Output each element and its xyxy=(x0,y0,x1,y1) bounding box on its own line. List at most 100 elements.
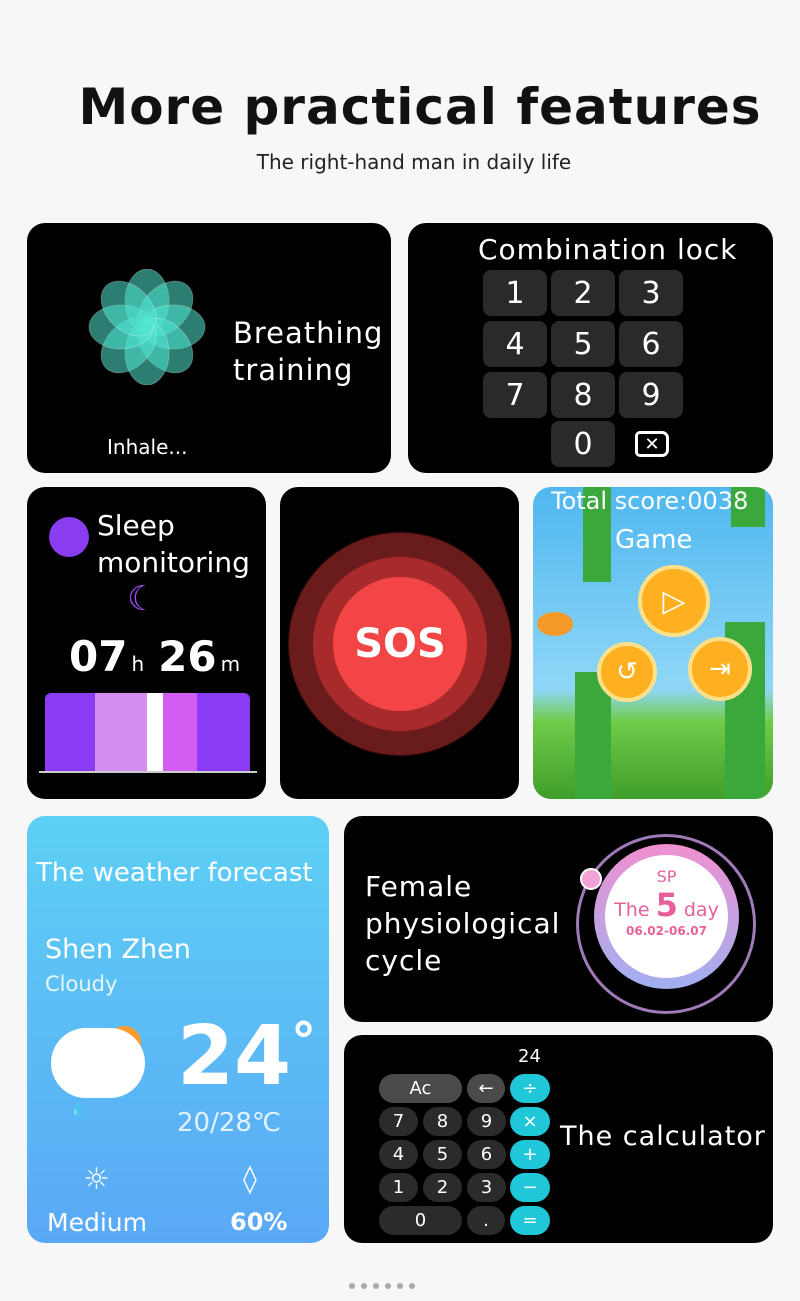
temp-range: 20/28℃ xyxy=(177,1108,282,1138)
page-dot[interactable] xyxy=(385,1283,391,1289)
sleep-bar xyxy=(197,693,250,771)
sleep-bar xyxy=(45,693,95,771)
calc-key[interactable]: 4 xyxy=(379,1140,418,1169)
title-line: Female xyxy=(365,870,473,903)
page-dot[interactable] xyxy=(361,1283,367,1289)
calculator-card[interactable]: 24 Ac ← ÷ × + − = 789 456 123 0 . The calc… xyxy=(344,1035,773,1243)
temp-value: 24 xyxy=(177,1009,292,1104)
cloud-icon xyxy=(51,1028,145,1098)
page-dot[interactable] xyxy=(373,1283,379,1289)
calc-key[interactable]: 7 xyxy=(379,1107,418,1136)
calc-clear-button[interactable]: Ac xyxy=(379,1074,462,1103)
weather-condition: Cloudy xyxy=(45,972,118,996)
day-suffix: day xyxy=(683,899,719,921)
calc-divide-button[interactable]: ÷ xyxy=(510,1074,550,1103)
lock-key[interactable]: 1 xyxy=(483,270,547,316)
calc-key[interactable]: 6 xyxy=(467,1140,506,1169)
female-cycle-card[interactable]: Female physiological cycle SP The 5 day 06… xyxy=(344,816,773,1022)
sleep-title: Sleep monitoring xyxy=(97,507,250,581)
sos-card[interactable]: SOS xyxy=(280,487,519,799)
sleep-icon xyxy=(49,517,89,557)
uv-level: Medium xyxy=(47,1208,147,1237)
weather-title: The weather forecast xyxy=(36,858,313,888)
exit-button[interactable]: ⇥ xyxy=(688,637,752,701)
lock-key[interactable]: 2 xyxy=(551,270,615,316)
hours: 07 xyxy=(69,632,128,681)
calc-key[interactable]: 5 xyxy=(423,1140,462,1169)
breathing-status: Inhale... xyxy=(107,435,188,459)
page-subtitle: The right-hand man in daily life xyxy=(256,150,572,174)
humidity-value: 60% xyxy=(230,1208,288,1236)
title-line: physiological xyxy=(365,907,561,940)
calc-key-0[interactable]: 0 xyxy=(379,1206,462,1235)
lock-key[interactable]: 9 xyxy=(619,372,683,418)
sos-button[interactable]: SOS xyxy=(333,577,467,711)
calc-title: The calculator xyxy=(560,1121,766,1152)
cycle-marker-icon xyxy=(580,868,602,890)
breathing-title: Breathing training xyxy=(233,315,383,389)
day-number: 5 xyxy=(655,886,678,924)
calc-add-button[interactable]: + xyxy=(510,1140,550,1169)
uv-icon: ☼ xyxy=(83,1162,110,1197)
cycle-ring: SP The 5 day 06.02-06.07 xyxy=(594,844,739,989)
rain-icon: 💧 xyxy=(69,1102,93,1118)
lock-key[interactable]: 6 xyxy=(619,321,683,367)
lock-key[interactable]: 3 xyxy=(619,270,683,316)
calc-key[interactable]: 2 xyxy=(423,1173,462,1202)
calc-key[interactable]: 8 xyxy=(423,1107,462,1136)
weather-city: Shen Zhen xyxy=(45,934,191,965)
calc-key[interactable]: 3 xyxy=(467,1173,506,1202)
sleep-chart xyxy=(45,693,250,771)
calc-key[interactable]: 1 xyxy=(379,1173,418,1202)
page-title: More practical features xyxy=(78,78,762,136)
minutes: 26 xyxy=(158,632,217,681)
calc-subtract-button[interactable]: − xyxy=(510,1173,550,1202)
hours-unit: h xyxy=(131,652,145,676)
lock-key[interactable]: 5 xyxy=(551,321,615,367)
cycle-dates: 06.02-06.07 xyxy=(626,924,707,938)
chart-baseline xyxy=(39,771,257,773)
cycle-phase: SP xyxy=(656,867,677,886)
page-indicator xyxy=(346,1274,418,1293)
calc-key-dot[interactable]: . xyxy=(467,1206,505,1235)
female-title: Female physiological cycle xyxy=(365,868,560,979)
sleep-card[interactable]: Sleep monitoring ☾ 07 h 26 m xyxy=(27,487,266,799)
game-title: Game xyxy=(615,525,693,555)
humidity-icon: ◊ xyxy=(243,1162,257,1195)
title-line: cycle xyxy=(365,944,443,977)
temperature: 24° xyxy=(177,1016,316,1098)
lock-key-0[interactable]: 0 xyxy=(551,421,615,467)
restart-button[interactable]: ↺ xyxy=(597,642,657,702)
calc-display: 24 xyxy=(518,1046,541,1067)
sleep-bar xyxy=(95,693,147,771)
title-line: Sleep xyxy=(97,509,175,542)
sleep-duration: 07 h 26 m xyxy=(69,632,240,681)
sleep-bar xyxy=(147,693,163,771)
title-line: monitoring xyxy=(97,546,250,579)
bird-icon xyxy=(537,612,573,636)
degree-sign: ° xyxy=(291,1012,317,1070)
title-line: Breathing xyxy=(233,316,384,350)
calc-multiply-button[interactable]: × xyxy=(510,1107,550,1136)
page-dot[interactable] xyxy=(409,1283,415,1289)
backspace-icon[interactable]: ✕ xyxy=(635,431,669,457)
weather-card[interactable]: The weather forecast Shen Zhen Cloudy 💧 … xyxy=(27,816,329,1243)
cycle-day: The 5 day xyxy=(605,886,728,924)
game-card[interactable]: Total score:0038 Game ▷ ↺ ⇥ xyxy=(533,487,773,799)
lock-key[interactable]: 4 xyxy=(483,321,547,367)
cycle-inner: SP The 5 day 06.02-06.07 xyxy=(605,855,728,978)
sleep-bar xyxy=(163,693,197,771)
breathing-card[interactable]: Breathing training Inhale... xyxy=(27,223,391,473)
calc-back-button[interactable]: ← xyxy=(467,1074,505,1103)
page-dot[interactable] xyxy=(397,1283,403,1289)
combination-lock-card[interactable]: Combination lock 123 456 789 0 ✕ xyxy=(408,223,773,473)
page-dot[interactable] xyxy=(349,1283,355,1289)
lock-key[interactable]: 7 xyxy=(483,372,547,418)
moon-icon: ☾ xyxy=(127,579,158,619)
calc-equals-button[interactable]: = xyxy=(510,1206,550,1235)
day-prefix: The xyxy=(614,899,650,921)
breathing-flower-icon xyxy=(88,269,206,385)
calc-key[interactable]: 9 xyxy=(467,1107,506,1136)
lock-key[interactable]: 8 xyxy=(551,372,615,418)
play-button[interactable]: ▷ xyxy=(638,565,710,637)
